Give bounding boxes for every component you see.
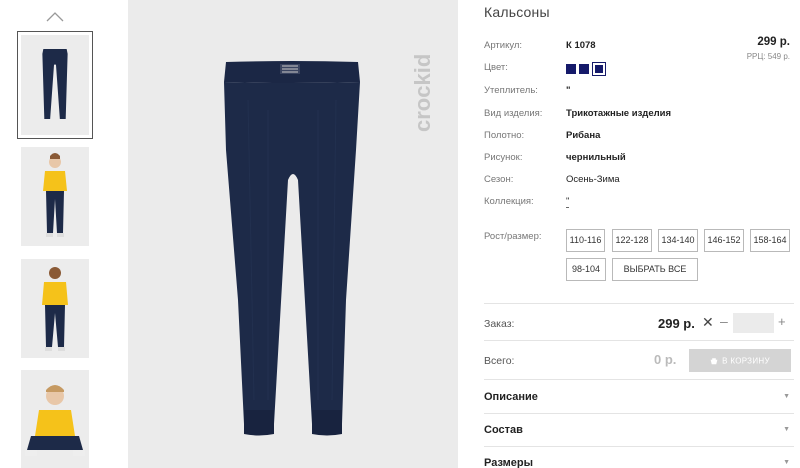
season-label: Сезон:	[484, 174, 514, 185]
thumbnail-gallery	[0, 0, 110, 468]
total-value: 0 р.	[654, 352, 677, 367]
product-price: 299 р.	[757, 36, 790, 48]
leggings-thumbnail-image	[42, 49, 68, 119]
chevron-down-icon[interactable]: ▼	[783, 459, 790, 466]
brand-watermark-logo: crockid	[410, 54, 435, 132]
article-label: Артикул:	[484, 40, 523, 51]
insulation-label: Утеплитель:	[484, 85, 538, 96]
size-option-98-104[interactable]: 98-104	[566, 258, 606, 281]
product-type-label: Вид изделия:	[484, 108, 543, 119]
thumbnail-leggings[interactable]	[17, 31, 93, 139]
thumbnail-child-sitting[interactable]	[21, 370, 89, 468]
order-price: 299 р.	[658, 316, 695, 331]
insulation-value: "	[566, 85, 571, 96]
divider	[484, 446, 794, 447]
fabric-label: Полотно:	[484, 130, 525, 141]
color-swatch-selected[interactable]	[592, 62, 606, 76]
svg-text:crockid: crockid	[410, 54, 435, 132]
accordion-composition[interactable]: Состав	[484, 424, 523, 436]
size-option-146-152[interactable]: 146-152	[704, 229, 744, 252]
recommended-retail-price: РРЦ: 549 р.	[746, 52, 790, 61]
collection-label: Коллекция:	[484, 196, 534, 207]
product-title: Кальсоны	[484, 4, 550, 20]
season-value: Осень-Зима	[566, 174, 620, 185]
size-option-122-128[interactable]: 122-128	[612, 229, 652, 252]
quantity-input[interactable]	[733, 313, 774, 333]
child-front-image	[43, 153, 67, 237]
order-label: Заказ:	[484, 318, 515, 330]
child-sitting-image	[25, 385, 85, 456]
increase-quantity-button[interactable]: +	[778, 314, 786, 329]
collection-value: "	[566, 196, 570, 208]
add-to-cart-label: В КОРЗИНУ	[722, 356, 770, 366]
add-to-cart-button[interactable]: В КОРЗИНУ	[689, 349, 791, 372]
total-label: Всего:	[484, 355, 515, 367]
select-all-sizes-button[interactable]: ВЫБРАТЬ ВСЕ	[612, 258, 698, 281]
child-back-image	[42, 267, 68, 351]
divider	[484, 303, 794, 304]
article-value: К 1078	[566, 40, 596, 51]
size-option-158-164[interactable]: 158-164	[750, 229, 790, 252]
fabric-value: Рибана	[566, 130, 601, 141]
collection-link[interactable]: "	[566, 196, 570, 208]
size-option-134-140[interactable]: 134-140	[658, 229, 698, 252]
divider	[484, 379, 794, 380]
thumbnail-child-back[interactable]	[21, 259, 89, 358]
accordion-sizes[interactable]: Размеры	[484, 457, 533, 468]
pattern-value: чернильный	[566, 152, 626, 163]
product-info-panel: Кальсоны Артикул: К 1078 299 р. РРЦ: 549…	[484, 0, 794, 468]
pattern-label: Рисунок:	[484, 152, 523, 163]
size-option-110-116[interactable]: 110-116	[566, 229, 605, 252]
chevron-down-icon[interactable]: ▼	[783, 426, 790, 433]
divider	[484, 413, 794, 414]
color-swatch[interactable]	[579, 64, 589, 74]
cart-icon	[710, 357, 718, 364]
decrease-quantity-button[interactable]: –	[720, 313, 728, 329]
product-type-value: Трикотажные изделия	[566, 108, 672, 119]
remove-order-button[interactable]: ✕	[702, 314, 714, 331]
chevron-down-icon[interactable]: ▼	[783, 393, 790, 400]
color-swatch[interactable]	[566, 64, 576, 74]
divider	[484, 340, 794, 341]
thumbnail-child-front[interactable]	[21, 147, 89, 246]
chevron-up-icon[interactable]	[45, 10, 65, 24]
color-label: Цвет:	[484, 62, 508, 73]
size-label: Рост/размер:	[484, 231, 542, 242]
accordion-description[interactable]: Описание	[484, 391, 538, 403]
